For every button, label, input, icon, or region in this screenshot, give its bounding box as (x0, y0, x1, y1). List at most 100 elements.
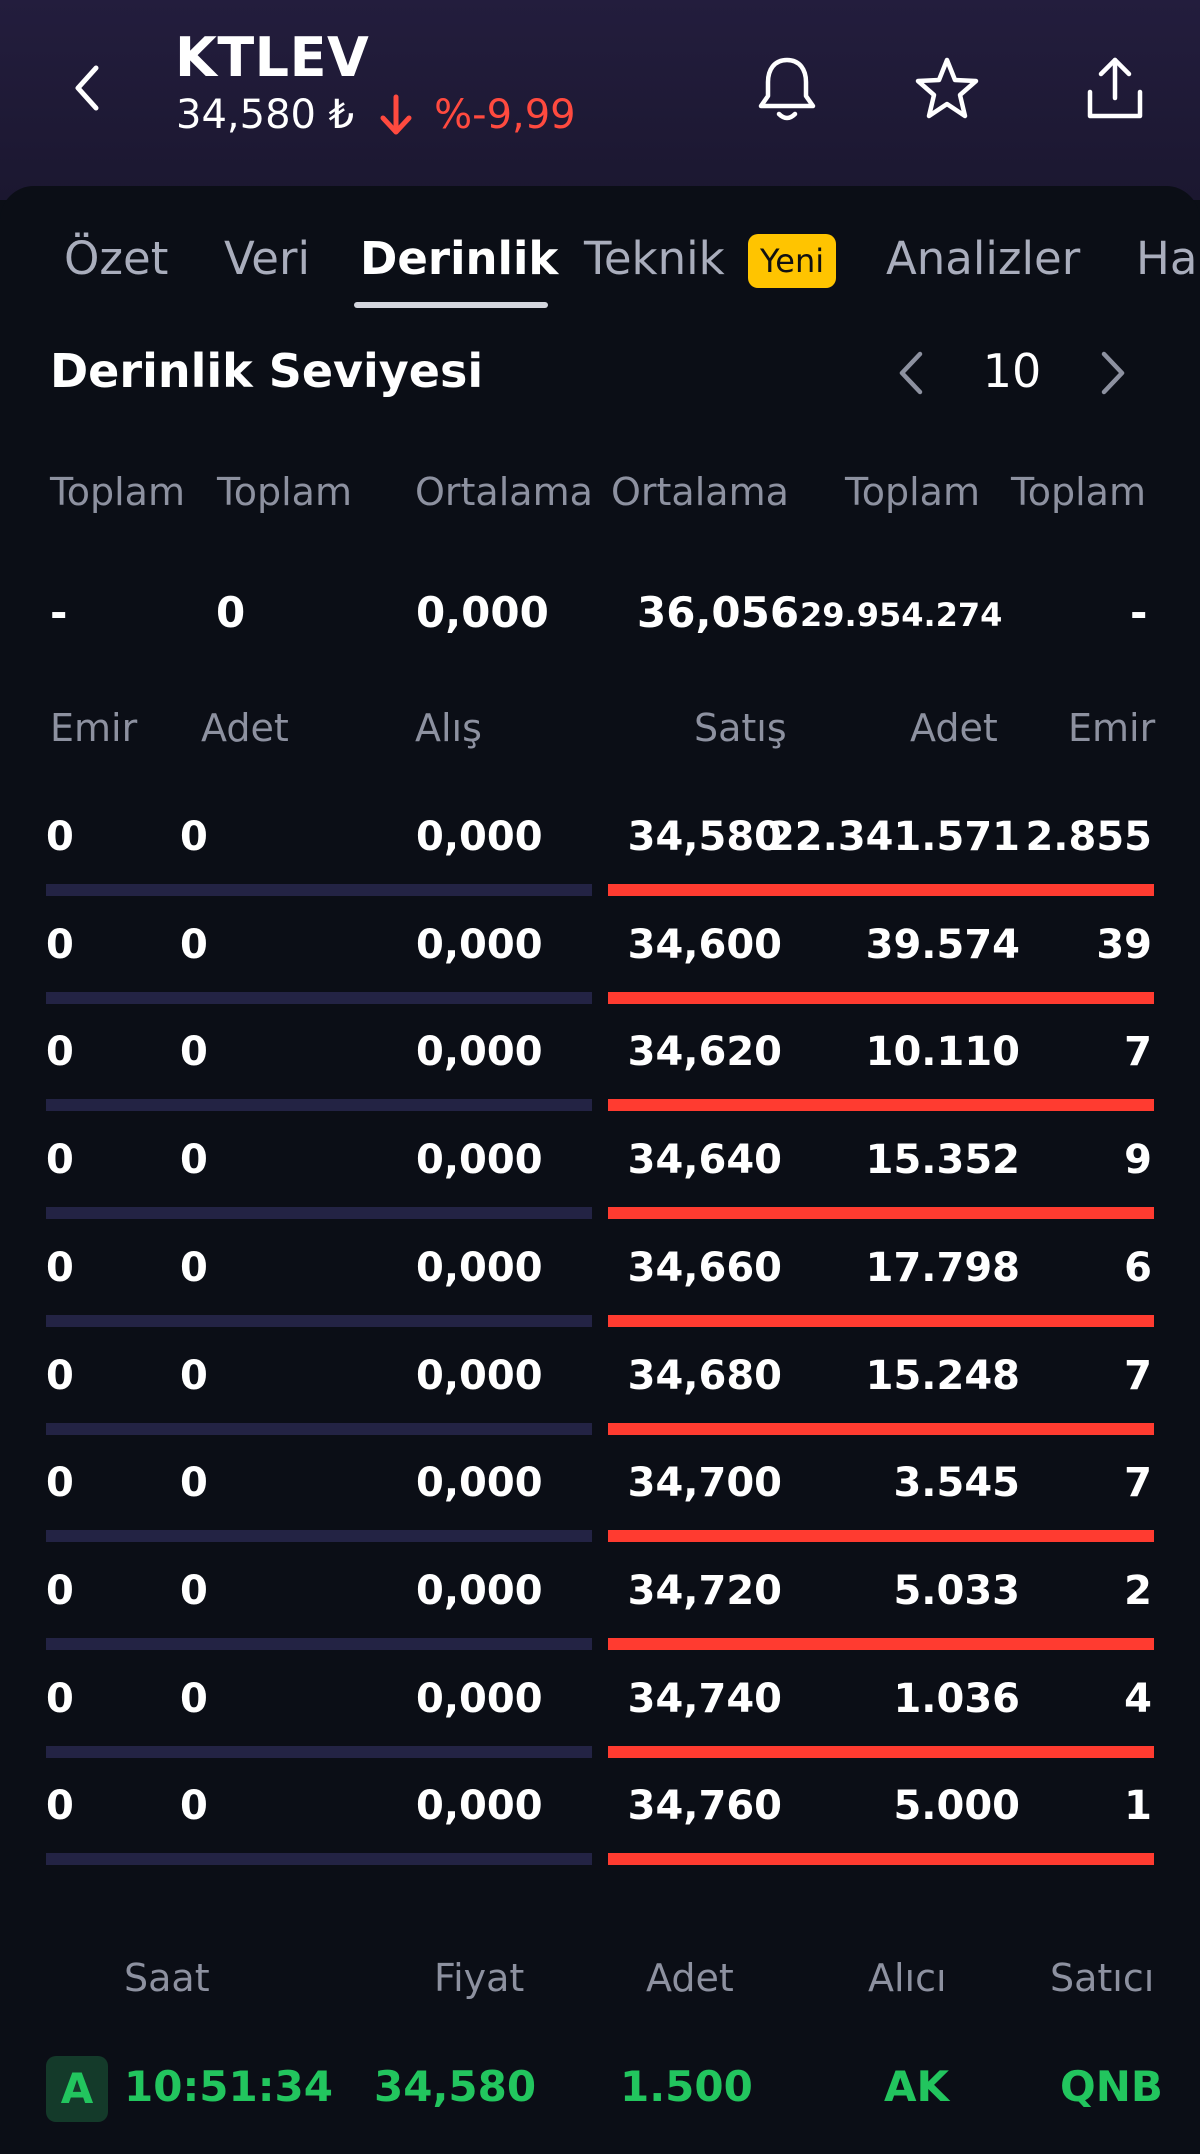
bid-price-cell: 0,000 (416, 1353, 543, 1399)
column-header-bid: Alış (415, 706, 482, 750)
sell-qty-cell: 5.000 (893, 1783, 1020, 1829)
ask-depth-bar (608, 1746, 1154, 1758)
trade-side-badge: A (46, 2056, 108, 2122)
trade-time: 10:51:34 (124, 2062, 333, 2111)
tab-bar: Özet Veri Derinlik Teknik Analizler Ha (0, 186, 1200, 316)
sell-qty-cell: 39.574 (865, 922, 1020, 968)
bid-depth-bar (46, 1853, 592, 1865)
sell-orders-cell: 4 (1124, 1676, 1152, 1722)
sell-qty-cell: 1.036 (893, 1676, 1020, 1722)
tab-haberler[interactable]: Ha (1136, 232, 1197, 285)
ask-price-cell: 34,680 (627, 1353, 782, 1399)
sell-qty-cell: 3.545 (893, 1460, 1020, 1506)
active-tab-indicator (354, 302, 548, 308)
tab-teknik[interactable]: Teknik (584, 232, 725, 285)
bid-depth-bar (46, 1207, 592, 1219)
ask-price-cell: 34,760 (627, 1783, 782, 1829)
tab-derinlik[interactable]: Derinlik (360, 232, 558, 285)
share-icon[interactable] (1080, 52, 1150, 126)
trade-qty: 1.500 (620, 2062, 753, 2111)
bid-depth-bar (46, 1315, 592, 1327)
trade-buyer: AK (884, 2062, 950, 2111)
sell-qty-cell: 17.798 (865, 1245, 1020, 1291)
bid-price-cell: 0,000 (416, 1676, 543, 1722)
buy-orders-cell: 0 (46, 1460, 74, 1506)
buy-orders-cell: 0 (46, 814, 74, 860)
tab-veri[interactable]: Veri (224, 232, 310, 285)
buy-orders-cell: 0 (46, 922, 74, 968)
buy-orders-cell: 0 (46, 1783, 74, 1829)
column-header-buy-orders: Emir (50, 706, 138, 750)
buy-orders-cell: 0 (46, 1137, 74, 1183)
bid-price-cell: 0,000 (416, 814, 543, 860)
bid-depth-bar (46, 1099, 592, 1111)
buy-orders-cell: 0 (46, 1245, 74, 1291)
chevron-left-icon[interactable] (892, 346, 932, 400)
ask-depth-bar (608, 1853, 1154, 1865)
bid-depth-bar (46, 884, 592, 896)
buy-orders-cell: 0 (46, 1676, 74, 1722)
ask-price-cell: 34,600 (627, 922, 782, 968)
sell-orders-cell: 1 (1124, 1783, 1152, 1829)
bid-price-cell: 0,000 (416, 1245, 543, 1291)
sell-qty-cell: 10.110 (865, 1029, 1020, 1075)
top-bar: KTLEV 34,580 ₺ %-9,99 (0, 0, 1200, 200)
current-price: 34,580 ₺ (176, 92, 355, 138)
buy-orders-cell: 0 (46, 1353, 74, 1399)
section-title: Derinlik Seviyesi (50, 344, 484, 398)
buy-qty-cell: 0 (180, 1029, 208, 1075)
bid-price-cell: 0,000 (416, 1029, 543, 1075)
ask-depth-bar (608, 1315, 1154, 1327)
buy-qty-cell: 0 (180, 1676, 208, 1722)
bid-depth-bar (46, 1530, 592, 1542)
ask-price-cell: 34,620 (627, 1029, 782, 1075)
trade-header-time: Saat (124, 1956, 210, 2000)
summary-header-avg-ask: Ortalama (611, 470, 789, 514)
summary-total-qty-sell: 29.954.274 (800, 596, 1003, 634)
bell-icon[interactable] (752, 52, 822, 126)
sell-orders-cell: 39 (1096, 922, 1152, 968)
ask-depth-bar (608, 1099, 1154, 1111)
bid-price-cell: 0,000 (416, 1568, 543, 1614)
column-header-sell-orders: Emir (1068, 706, 1156, 750)
bid-depth-bar (46, 1423, 592, 1435)
trade-header-qty: Adet (646, 1956, 734, 2000)
summary-avg-bid: 0,000 (416, 588, 549, 637)
sell-orders-cell: 2.855 (1025, 814, 1152, 860)
summary-header-total-orders-sell: Toplam (1011, 470, 1146, 514)
summary-header-total-qty-buy: Toplam (217, 470, 352, 514)
buy-qty-cell: 0 (180, 1460, 208, 1506)
bid-depth-bar (46, 1746, 592, 1758)
chevron-left-icon[interactable] (62, 58, 114, 118)
sell-orders-cell: 7 (1124, 1029, 1152, 1075)
ask-price-cell: 34,660 (627, 1245, 782, 1291)
bid-price-cell: 0,000 (416, 1783, 543, 1829)
ask-price-cell: 34,740 (627, 1676, 782, 1722)
new-badge: Yeni (748, 234, 837, 288)
sell-qty-cell: 15.352 (865, 1137, 1020, 1183)
tab-ozet[interactable]: Özet (64, 232, 168, 285)
sell-qty-cell: 15.248 (865, 1353, 1020, 1399)
summary-total-qty-buy: 0 (216, 588, 246, 637)
buy-qty-cell: 0 (180, 1783, 208, 1829)
trade-price: 34,580 (374, 2062, 537, 2111)
tab-analizler[interactable]: Analizler (886, 232, 1080, 285)
sell-orders-cell: 6 (1124, 1245, 1152, 1291)
ask-depth-bar (608, 1530, 1154, 1542)
price-line: 34,580 ₺ %-9,99 (176, 92, 576, 138)
bid-depth-bar (46, 992, 592, 1004)
trade-header-buyer: Alıcı (868, 1956, 947, 2000)
sell-orders-cell: 7 (1124, 1460, 1152, 1506)
stock-symbol: KTLEV (175, 26, 370, 89)
arrow-down-icon (380, 94, 412, 135)
bid-price-cell: 0,000 (416, 1137, 543, 1183)
ask-price-cell: 34,580 (627, 814, 782, 860)
column-header-buy-qty: Adet (201, 706, 289, 750)
summary-header-total-qty-sell: Toplam (845, 470, 980, 514)
ask-depth-bar (608, 1638, 1154, 1650)
chevron-right-icon[interactable] (1092, 346, 1132, 400)
price-change: %-9,99 (434, 92, 576, 138)
star-icon[interactable] (912, 52, 982, 126)
sell-orders-cell: 2 (1124, 1568, 1152, 1614)
ask-price-cell: 34,720 (627, 1568, 782, 1614)
